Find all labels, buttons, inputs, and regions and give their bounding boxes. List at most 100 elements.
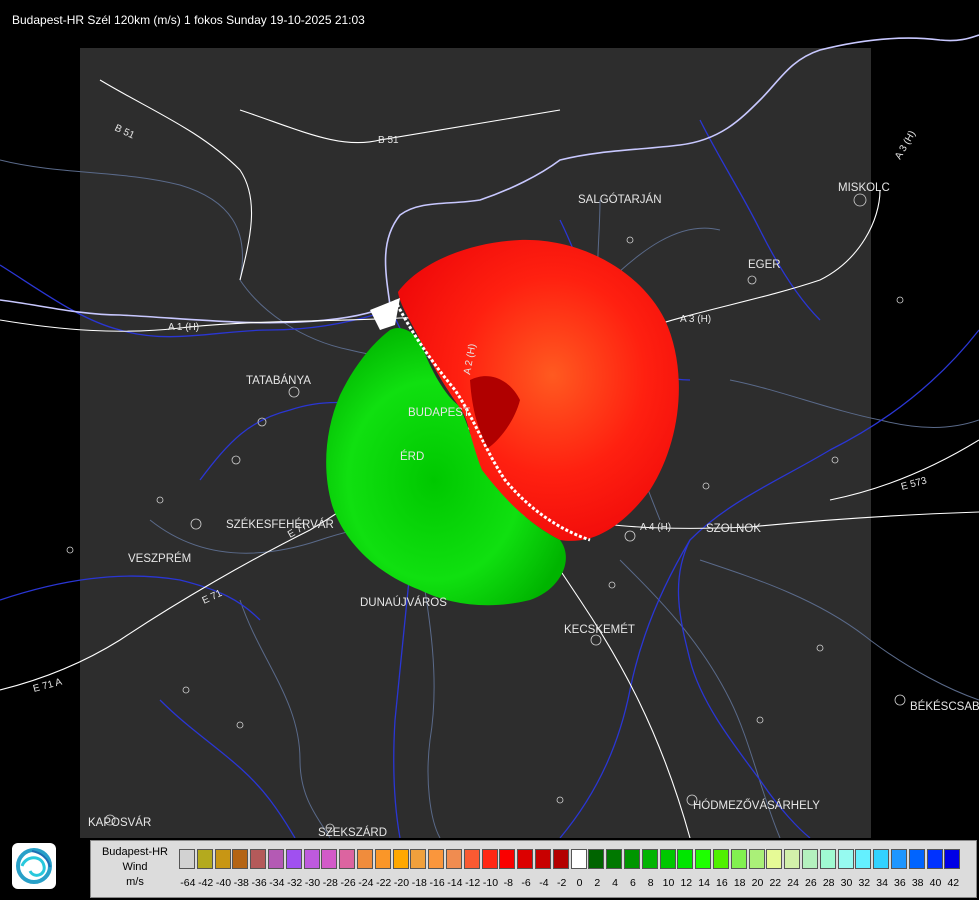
city-label-dunaujvaros: DUNAÚJVÁROS bbox=[360, 596, 447, 609]
legend-swatch bbox=[214, 849, 231, 869]
city-label-szekesfehervar: SZÉKESFEHÉRVÁR bbox=[226, 518, 334, 531]
legend-tick-label: -34 bbox=[269, 877, 285, 889]
legend-tick-label: 42 bbox=[947, 877, 960, 889]
legend-tick-label: 6 bbox=[629, 877, 636, 889]
legend-tick-label: 26 bbox=[805, 877, 817, 889]
legend-swatch bbox=[499, 849, 516, 869]
legend-tick-label: 32 bbox=[858, 877, 871, 889]
legend-swatch bbox=[855, 849, 872, 869]
legend-swatch bbox=[232, 849, 249, 869]
city-label-kaposvar: KAPOSVÁR bbox=[88, 816, 151, 829]
legend-swatch bbox=[570, 849, 587, 869]
city-label-eger: EGER bbox=[748, 259, 781, 271]
legend-swatch bbox=[606, 849, 623, 869]
legend-swatch bbox=[784, 849, 801, 869]
city-label-budapest: BUDAPEST bbox=[408, 407, 470, 419]
legend-swatch bbox=[659, 849, 676, 869]
legend-tick-label: 34 bbox=[876, 877, 888, 889]
legend-swatch bbox=[873, 849, 890, 869]
map-title: Budapest-HR Szél 120km (m/s) 1 fokos Sun… bbox=[12, 13, 365, 27]
legend-swatch bbox=[446, 849, 462, 869]
legend-tick-label: 18 bbox=[733, 877, 746, 889]
legend-radar-name: Budapest-HR bbox=[101, 846, 169, 858]
legend-swatch bbox=[677, 849, 694, 869]
road-label-a1: A 1 (H) bbox=[168, 322, 199, 333]
legend-tick-label: -2 bbox=[557, 877, 567, 889]
legend-swatch bbox=[463, 849, 480, 869]
legend-swatch bbox=[357, 849, 373, 869]
legend-swatch bbox=[179, 849, 195, 869]
legend-tick-label: -6 bbox=[521, 877, 531, 889]
road-label-b51-east: B 51 bbox=[378, 135, 399, 146]
legend-tick-label: -28 bbox=[322, 877, 338, 889]
legend-tick-label: -18 bbox=[411, 877, 427, 889]
legend-tick-label: 14 bbox=[698, 877, 710, 889]
road-label-a3-north: A 3 (H) bbox=[893, 129, 918, 161]
legend-swatch bbox=[285, 849, 302, 869]
legend-swatch bbox=[552, 849, 569, 869]
legend-tick-label: 36 bbox=[894, 877, 906, 889]
city-label-kecskemet: KECSKEMÉT bbox=[564, 623, 635, 636]
legend-swatch bbox=[268, 849, 284, 869]
legend-swatch bbox=[695, 849, 712, 869]
radar-map: SALGÓTARJÁN MISKOLC EGER TATABÁNYA BUDAP… bbox=[0, 34, 979, 838]
city-label-tatabanya: TATABÁNYA bbox=[246, 374, 311, 387]
legend-tick-label: -64 bbox=[180, 877, 196, 889]
legend-tick-label: 0 bbox=[576, 877, 583, 889]
legend-swatch bbox=[944, 849, 961, 869]
legend-swatch bbox=[392, 849, 409, 869]
legend-swatch bbox=[730, 849, 747, 869]
legend-tick-label: -12 bbox=[465, 877, 481, 889]
city-label-bekescsaba: BÉKÉSCSABA bbox=[910, 700, 979, 713]
legend-tick-label: 38 bbox=[911, 877, 924, 889]
legend-tick-label: 12 bbox=[680, 877, 693, 889]
legend-swatch bbox=[321, 849, 338, 869]
legend-tick-label: -32 bbox=[287, 877, 303, 889]
legend-product: Wind bbox=[122, 861, 148, 873]
legend-tick-label: -24 bbox=[358, 877, 374, 889]
legend-swatch bbox=[535, 849, 551, 869]
legend-tick-label: -10 bbox=[482, 877, 499, 889]
legend-swatch bbox=[802, 849, 818, 869]
legend-swatch bbox=[339, 849, 356, 869]
legend-tick-label: 10 bbox=[662, 877, 675, 889]
legend-swatch bbox=[624, 849, 640, 869]
legend-label: Budapest-HR Wind m/s bbox=[91, 845, 179, 890]
city-label-szekszard: SZEKSZÁRD bbox=[318, 826, 387, 838]
city-label-miskolc: MISKOLC bbox=[838, 182, 890, 194]
legend-tick-label: 16 bbox=[716, 877, 728, 889]
legend-swatch bbox=[641, 849, 658, 869]
legend-swatch bbox=[481, 849, 498, 869]
legend-tick-label: 24 bbox=[787, 877, 799, 889]
legend-tick-label: 30 bbox=[840, 877, 853, 889]
legend-tick-label: -14 bbox=[447, 877, 463, 889]
legend-swatch bbox=[908, 849, 925, 869]
legend-swatch bbox=[713, 849, 729, 869]
legend-tick-label: -30 bbox=[304, 877, 321, 889]
legend-swatch bbox=[410, 849, 427, 869]
legend-swatch bbox=[588, 849, 605, 869]
legend-swatch bbox=[517, 849, 534, 869]
legend-tick-label: 2 bbox=[594, 877, 601, 889]
city-label-hodmezovasarhely: HÓDMEZŐVÁSÁRHELY bbox=[693, 798, 820, 812]
legend-tick-label: -42 bbox=[198, 877, 214, 889]
legend-swatch bbox=[891, 849, 907, 869]
city-label-szolnok: SZOLNOK bbox=[706, 523, 761, 535]
legend-swatch bbox=[303, 849, 320, 869]
legend-tick-label: -20 bbox=[393, 877, 410, 889]
legend-unit: m/s bbox=[126, 876, 144, 888]
legend-tick-label: -38 bbox=[233, 877, 249, 889]
legend-swatch bbox=[250, 849, 267, 869]
legend-tick-label: 8 bbox=[647, 877, 654, 889]
met-service-logo bbox=[12, 843, 56, 889]
legend-tick-label: -40 bbox=[215, 877, 232, 889]
legend-tick-label: 22 bbox=[769, 877, 782, 889]
legend-tick-label: 4 bbox=[612, 877, 619, 889]
city-label-salgotarjan: SALGÓTARJÁN bbox=[578, 193, 662, 206]
road-label-a4: A 4 (H) bbox=[640, 522, 671, 533]
legend-tick-label: 40 bbox=[929, 877, 942, 889]
legend-tick-label: 20 bbox=[751, 877, 764, 889]
legend-tick-label: -26 bbox=[340, 877, 356, 889]
legend-swatch bbox=[196, 849, 213, 869]
legend-swatch bbox=[374, 849, 391, 869]
